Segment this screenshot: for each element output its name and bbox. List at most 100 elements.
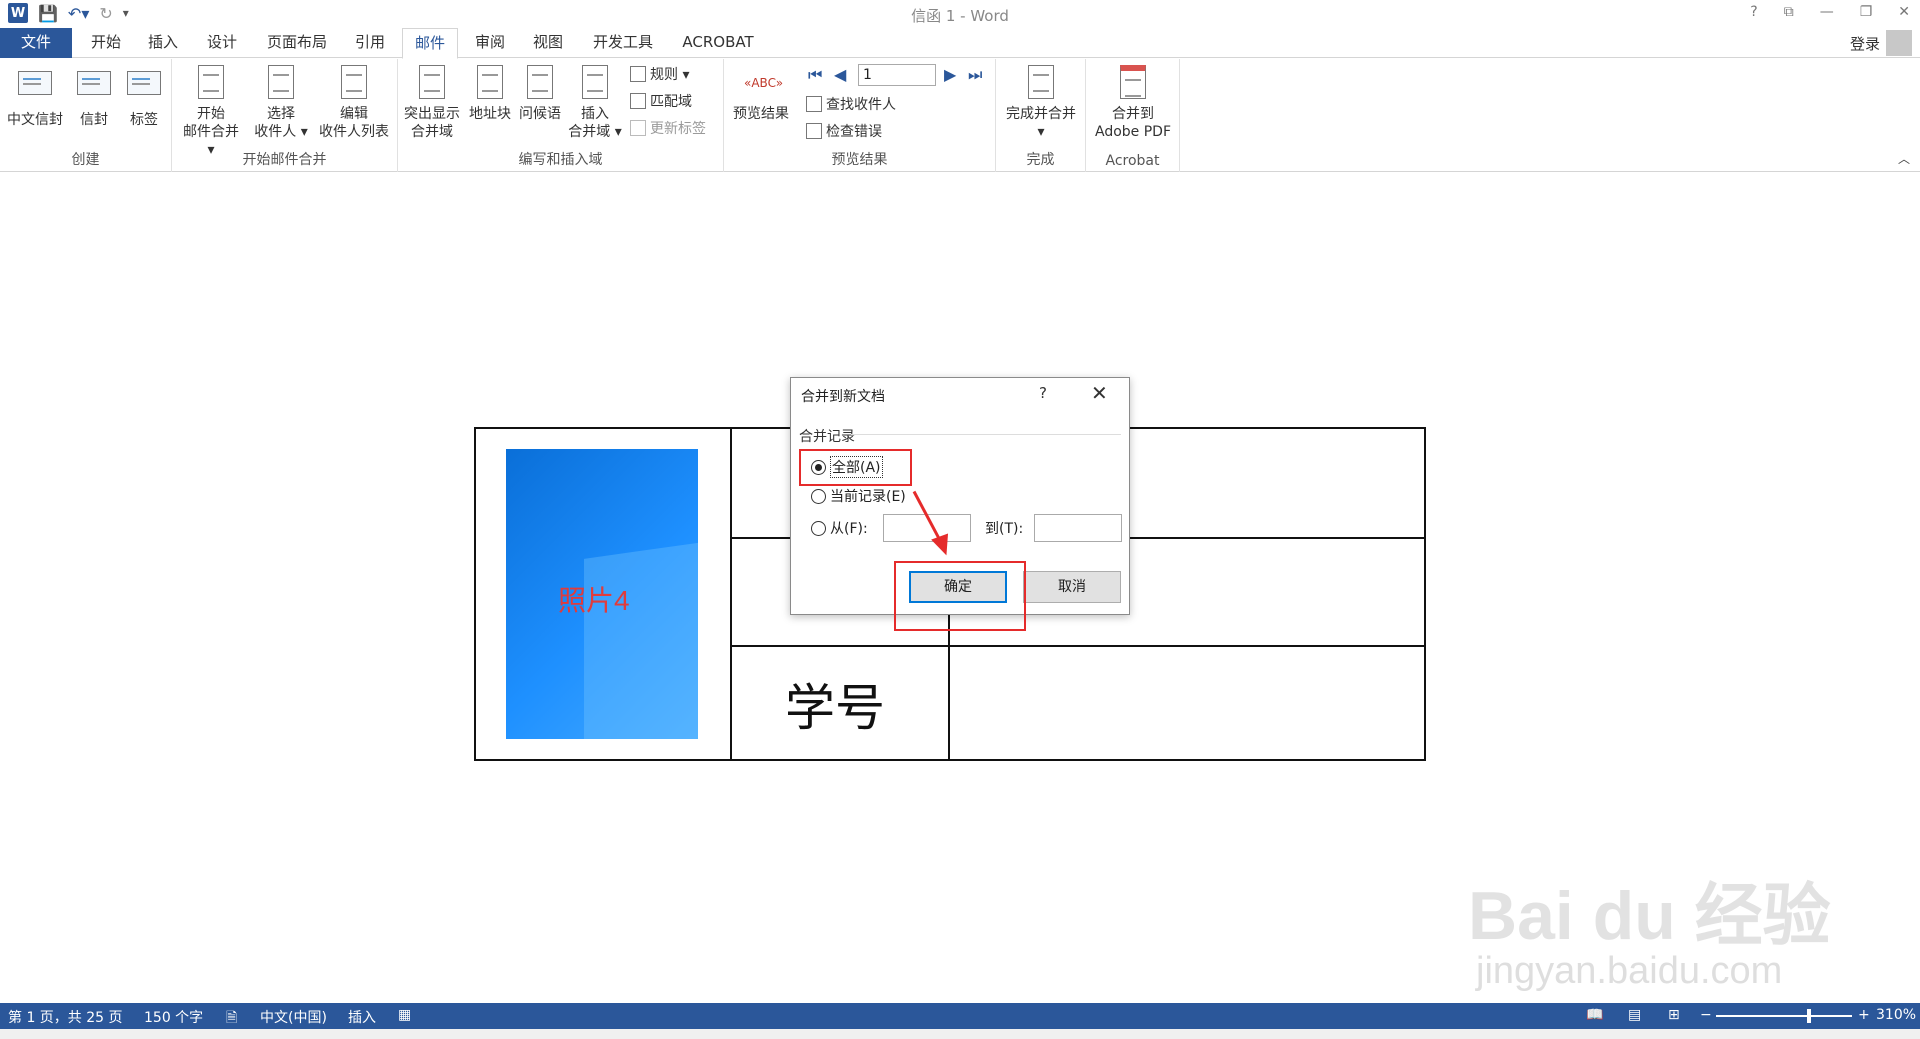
tab-view[interactable]: 视图 xyxy=(528,28,568,58)
page-count[interactable]: 第 1 页，共 25 页 xyxy=(8,1007,123,1027)
match-fields-label: 匹配域 xyxy=(650,94,692,110)
print-layout-icon[interactable]: ▤ xyxy=(1628,1007,1641,1023)
tab-design[interactable]: 设计 xyxy=(202,28,242,58)
group-acrobat: 合并到 Adobe PDF Acrobat xyxy=(1086,59,1180,172)
highlight-fields-button[interactable]: 突出显示 合并域 xyxy=(400,65,464,141)
to-record-input[interactable] xyxy=(1034,514,1122,542)
group-start-merge-label: 开始邮件合并 xyxy=(242,152,327,168)
zoom-in-icon[interactable]: + xyxy=(1858,1007,1870,1023)
last-record-icon[interactable]: ⏭ xyxy=(968,65,982,85)
labels-button[interactable]: 标签 xyxy=(122,65,166,129)
tab-acrobat[interactable]: ACROBAT xyxy=(678,28,758,58)
tab-insert[interactable]: 插入 xyxy=(143,28,183,58)
start-merge-label-1: 开始 xyxy=(197,106,225,122)
zoom-slider[interactable] xyxy=(1716,1015,1852,1017)
word-count[interactable]: 150 个字 xyxy=(144,1007,203,1027)
address-block-button[interactable]: 地址块 xyxy=(466,65,514,123)
proofing-icon[interactable]: 🗎 xyxy=(226,1007,237,1031)
next-record-icon[interactable]: ▶ xyxy=(944,65,956,84)
collapse-ribbon-icon[interactable]: ︿ xyxy=(1898,150,1910,167)
first-record-icon[interactable]: ⏮ xyxy=(808,65,822,85)
recipients-icon xyxy=(268,65,294,99)
group-preview: «ABC» 预览结果 ⏮ ◀ 1 ▶ ⏭ 查找收件人 检查错误 预览结果 xyxy=(724,59,996,172)
record-number-input[interactable]: 1 xyxy=(858,64,936,86)
group-write-insert-label: 编写和插入域 xyxy=(518,152,603,168)
previous-record-icon[interactable]: ◀ xyxy=(834,65,846,84)
highlight-box-ok-button xyxy=(894,561,1026,631)
minimize-icon[interactable]: — xyxy=(1820,4,1834,20)
dialog-title: 合并到新文档 xyxy=(801,389,885,405)
tab-references[interactable]: 引用 xyxy=(350,28,390,58)
student-photo[interactable]: 照片4 xyxy=(506,449,698,739)
insert-mode[interactable]: 插入 xyxy=(348,1007,376,1027)
tab-layout[interactable]: 页面布局 xyxy=(262,28,332,58)
greeting-label: 问候语 xyxy=(519,106,561,122)
tab-home[interactable]: 开始 xyxy=(86,28,126,58)
ribbon-display-icon[interactable]: ⧉ xyxy=(1784,4,1794,20)
rules-button[interactable]: 规则 ▾ xyxy=(630,63,689,85)
baidu-watermark-url: jingyan.baidu.com xyxy=(1476,950,1783,992)
login-link[interactable]: 登录 xyxy=(1850,33,1880,54)
ribbon-tabs: 文件 开始 插入 设计 页面布局 引用 邮件 审阅 视图 开发工具 ACROBA… xyxy=(0,28,1920,59)
envelope-button[interactable]: 信封 xyxy=(72,65,116,129)
taskbar-strip xyxy=(0,1029,1920,1039)
update-labels-label: 更新标签 xyxy=(650,121,706,137)
web-layout-icon[interactable]: ⊞ xyxy=(1668,1007,1680,1023)
check-errors-button[interactable]: 检查错误 xyxy=(806,120,882,142)
option-current[interactable]: 当前记录(E) xyxy=(811,486,906,506)
group-start-merge: 开始 邮件合并 ▾ 选择 收件人 ▾ 编辑 收件人列表 开始邮件合并 xyxy=(172,59,398,172)
address-block-label: 地址块 xyxy=(469,106,511,122)
baidu-watermark: Bai du 经验 xyxy=(1468,878,1831,954)
insert-merge-field-button[interactable]: 插入 合并域 ▾ xyxy=(566,65,624,141)
check-errors-icon xyxy=(806,123,822,139)
group-create-label: 创建 xyxy=(71,152,100,168)
labels-icon xyxy=(127,71,161,95)
dialog-help-icon[interactable]: ? xyxy=(1039,384,1047,402)
match-fields-button[interactable]: 匹配域 xyxy=(630,90,692,112)
find-recipient-label: 查找收件人 xyxy=(826,97,896,113)
avatar[interactable] xyxy=(1886,30,1912,56)
group-acrobat-label: Acrobat xyxy=(1105,153,1160,169)
macro-icon[interactable]: ▦ xyxy=(398,1007,411,1023)
start-merge-button[interactable]: 开始 邮件合并 ▾ xyxy=(178,65,244,159)
radio-current[interactable] xyxy=(811,488,826,504)
chinese-envelope-button[interactable]: 中文信封 xyxy=(4,65,66,129)
zoom-level[interactable]: 310% xyxy=(1876,1007,1916,1023)
restore-icon[interactable]: ❐ xyxy=(1860,4,1873,20)
close-icon[interactable]: ✕ xyxy=(1898,4,1910,20)
dialog-close-icon[interactable]: ✕ xyxy=(1091,381,1108,405)
radio-from[interactable] xyxy=(811,520,826,536)
language-indicator[interactable]: 中文(中国) xyxy=(260,1007,327,1027)
highlight-label-1: 突出显示 xyxy=(404,106,460,122)
merge-pdf-label-2: Adobe PDF xyxy=(1094,124,1171,140)
edit-recipients-button[interactable]: 编辑 收件人列表 xyxy=(314,65,394,141)
student-id-label: 学号 xyxy=(785,679,885,737)
merge-pdf-label-1: 合并到 xyxy=(1112,106,1154,122)
tab-review[interactable]: 审阅 xyxy=(470,28,510,58)
rules-label: 规则 ▾ xyxy=(650,67,690,83)
highlight-box-all-option xyxy=(799,449,912,486)
cancel-button[interactable]: 取消 xyxy=(1023,571,1121,603)
greeting-line-button[interactable]: 问候语 xyxy=(516,65,564,123)
finish-merge-button[interactable]: 完成并合并 ▾ xyxy=(1000,65,1082,141)
to-label-wrap: 到(T): xyxy=(985,518,1023,538)
help-icon[interactable]: ? xyxy=(1750,4,1757,20)
merge-to-pdf-button[interactable]: 合并到 Adobe PDF xyxy=(1088,65,1178,141)
tab-developer[interactable]: 开发工具 xyxy=(588,28,658,58)
tab-mailings[interactable]: 邮件 xyxy=(402,28,458,59)
match-fields-icon xyxy=(630,93,646,109)
option-from[interactable]: 从(F): xyxy=(811,518,868,538)
title-bar: W 💾 ↶▾ ↻ ▾ 信函 1 - Word ? ⧉ — ❐ ✕ xyxy=(0,0,1920,28)
tab-file[interactable]: 文件 xyxy=(0,28,72,58)
preview-results-button[interactable]: «ABC» 预览结果 xyxy=(728,65,794,123)
update-labels-button[interactable]: 更新标签 xyxy=(630,117,706,139)
read-mode-icon[interactable]: 📖 xyxy=(1586,1007,1603,1023)
pdf-icon xyxy=(1120,65,1146,99)
find-recipient-button[interactable]: 查找收件人 xyxy=(806,93,896,115)
table-cell[interactable] xyxy=(948,645,1426,761)
section-divider xyxy=(851,434,1121,435)
select-recipients-button[interactable]: 选择 收件人 ▾ xyxy=(250,65,312,141)
highlight-icon xyxy=(419,65,445,99)
zoom-out-icon[interactable]: − xyxy=(1700,1007,1712,1023)
zoom-slider-thumb[interactable] xyxy=(1807,1009,1811,1023)
